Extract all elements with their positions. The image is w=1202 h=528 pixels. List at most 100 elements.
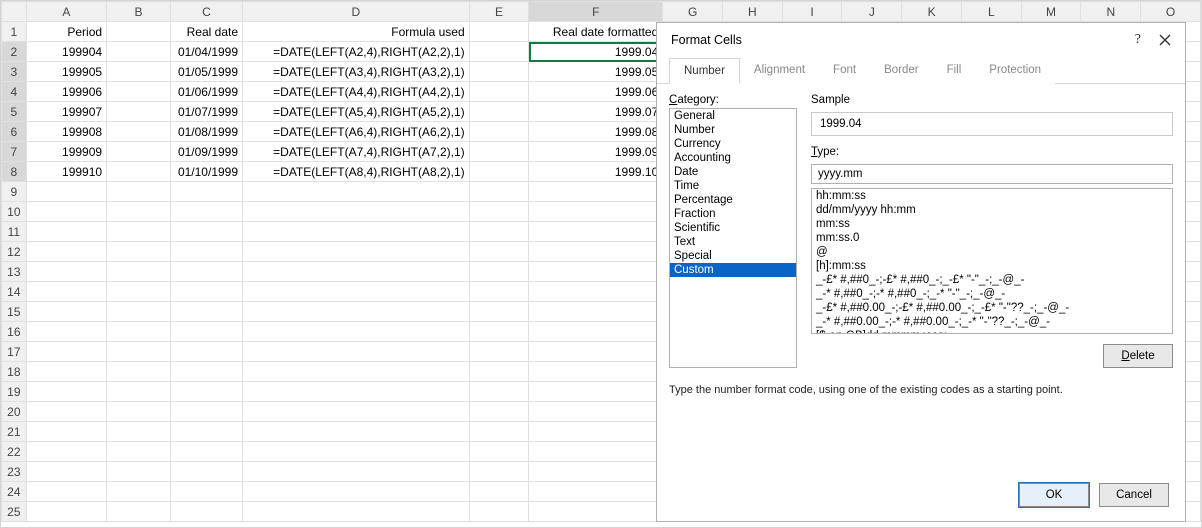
- cell-D25[interactable]: [243, 502, 470, 522]
- cell-D21[interactable]: [243, 422, 470, 442]
- cell-A9[interactable]: [26, 182, 106, 202]
- cell-A2[interactable]: 199904: [26, 42, 106, 62]
- type-listbox[interactable]: hh:mm:ssdd/mm/yyyy hh:mmmm:ssmm:ss.0@[h]…: [811, 188, 1173, 334]
- cell-C6[interactable]: 01/08/1999: [170, 122, 242, 142]
- cell-B19[interactable]: [107, 382, 171, 402]
- cell-A23[interactable]: [26, 462, 106, 482]
- tab-number[interactable]: Number: [669, 58, 740, 84]
- cell-D22[interactable]: [243, 442, 470, 462]
- type-item-7[interactable]: _-* #,##0_-;-* #,##0_-;_-* "-"_-;_-@_-: [812, 287, 1172, 301]
- row-header-25[interactable]: 25: [2, 502, 27, 522]
- cell-B24[interactable]: [107, 482, 171, 502]
- cell-A10[interactable]: [26, 202, 106, 222]
- row-header-15[interactable]: 15: [2, 302, 27, 322]
- cell-A14[interactable]: [26, 282, 106, 302]
- cell-E13[interactable]: [469, 262, 529, 282]
- cell-E14[interactable]: [469, 282, 529, 302]
- category-item-accounting[interactable]: Accounting: [670, 151, 796, 165]
- cell-F11[interactable]: [529, 222, 663, 242]
- tab-alignment[interactable]: Alignment: [740, 58, 819, 84]
- cell-B5[interactable]: [107, 102, 171, 122]
- cell-B11[interactable]: [107, 222, 171, 242]
- cell-A5[interactable]: 199907: [26, 102, 106, 122]
- cell-C10[interactable]: [170, 202, 242, 222]
- cell-B7[interactable]: [107, 142, 171, 162]
- cell-E4[interactable]: [469, 82, 529, 102]
- row-header-9[interactable]: 9: [2, 182, 27, 202]
- cell-D8[interactable]: =DATE(LEFT(A8,4),RIGHT(A8,2),1): [243, 162, 470, 182]
- row-header-7[interactable]: 7: [2, 142, 27, 162]
- type-item-10[interactable]: [$-en-GB]dd mmmm yyyy: [812, 329, 1172, 334]
- tab-font[interactable]: Font: [819, 58, 870, 84]
- cell-D17[interactable]: [243, 342, 470, 362]
- cell-B23[interactable]: [107, 462, 171, 482]
- tab-border[interactable]: Border: [870, 58, 933, 84]
- cell-B20[interactable]: [107, 402, 171, 422]
- col-header-O[interactable]: O: [1141, 2, 1201, 22]
- tab-protection[interactable]: Protection: [975, 58, 1055, 84]
- category-item-date[interactable]: Date: [670, 165, 796, 179]
- row-header-6[interactable]: 6: [2, 122, 27, 142]
- cell-B4[interactable]: [107, 82, 171, 102]
- cell-C18[interactable]: [170, 362, 242, 382]
- cell-F6[interactable]: 1999.08: [529, 122, 663, 142]
- cell-B22[interactable]: [107, 442, 171, 462]
- cell-F12[interactable]: [529, 242, 663, 262]
- cell-F8[interactable]: 1999.10: [529, 162, 663, 182]
- category-item-special[interactable]: Special: [670, 249, 796, 263]
- row-header-13[interactable]: 13: [2, 262, 27, 282]
- row-header-24[interactable]: 24: [2, 482, 27, 502]
- col-header-A[interactable]: A: [26, 2, 106, 22]
- cell-C1[interactable]: Real date: [170, 22, 242, 42]
- col-header-G[interactable]: G: [663, 2, 723, 22]
- cell-C5[interactable]: 01/07/1999: [170, 102, 242, 122]
- cell-C21[interactable]: [170, 422, 242, 442]
- cell-F4[interactable]: 1999.06: [529, 82, 663, 102]
- col-header-H[interactable]: H: [723, 2, 783, 22]
- cell-A11[interactable]: [26, 222, 106, 242]
- row-header-11[interactable]: 11: [2, 222, 27, 242]
- cell-B6[interactable]: [107, 122, 171, 142]
- cell-C9[interactable]: [170, 182, 242, 202]
- cell-C12[interactable]: [170, 242, 242, 262]
- row-header-2[interactable]: 2: [2, 42, 27, 62]
- cell-C2[interactable]: 01/04/1999: [170, 42, 242, 62]
- col-header-E[interactable]: E: [469, 2, 529, 22]
- cell-A6[interactable]: 199908: [26, 122, 106, 142]
- row-header-19[interactable]: 19: [2, 382, 27, 402]
- row-header-20[interactable]: 20: [2, 402, 27, 422]
- cell-E6[interactable]: [469, 122, 529, 142]
- cell-B8[interactable]: [107, 162, 171, 182]
- row-header-10[interactable]: 10: [2, 202, 27, 222]
- type-item-2[interactable]: mm:ss: [812, 217, 1172, 231]
- col-header-B[interactable]: B: [107, 2, 171, 22]
- cell-D23[interactable]: [243, 462, 470, 482]
- cell-E24[interactable]: [469, 482, 529, 502]
- cell-E12[interactable]: [469, 242, 529, 262]
- cell-A25[interactable]: [26, 502, 106, 522]
- cell-F25[interactable]: [529, 502, 663, 522]
- cell-D11[interactable]: [243, 222, 470, 242]
- cell-F9[interactable]: [529, 182, 663, 202]
- type-item-5[interactable]: [h]:mm:ss: [812, 259, 1172, 273]
- cell-B1[interactable]: [107, 22, 171, 42]
- category-item-currency[interactable]: Currency: [670, 137, 796, 151]
- col-header-M[interactable]: M: [1021, 2, 1081, 22]
- cell-D13[interactable]: [243, 262, 470, 282]
- cell-E5[interactable]: [469, 102, 529, 122]
- row-header-5[interactable]: 5: [2, 102, 27, 122]
- col-header-K[interactable]: K: [902, 2, 962, 22]
- col-header-D[interactable]: D: [243, 2, 470, 22]
- type-item-4[interactable]: @: [812, 245, 1172, 259]
- cell-E8[interactable]: [469, 162, 529, 182]
- cell-F3[interactable]: 1999.05: [529, 62, 663, 82]
- cell-C7[interactable]: 01/09/1999: [170, 142, 242, 162]
- cell-A13[interactable]: [26, 262, 106, 282]
- cell-D1[interactable]: Formula used: [243, 22, 470, 42]
- category-item-time[interactable]: Time: [670, 179, 796, 193]
- cell-E9[interactable]: [469, 182, 529, 202]
- cell-D15[interactable]: [243, 302, 470, 322]
- cell-B10[interactable]: [107, 202, 171, 222]
- cell-A7[interactable]: 199909: [26, 142, 106, 162]
- cell-B3[interactable]: [107, 62, 171, 82]
